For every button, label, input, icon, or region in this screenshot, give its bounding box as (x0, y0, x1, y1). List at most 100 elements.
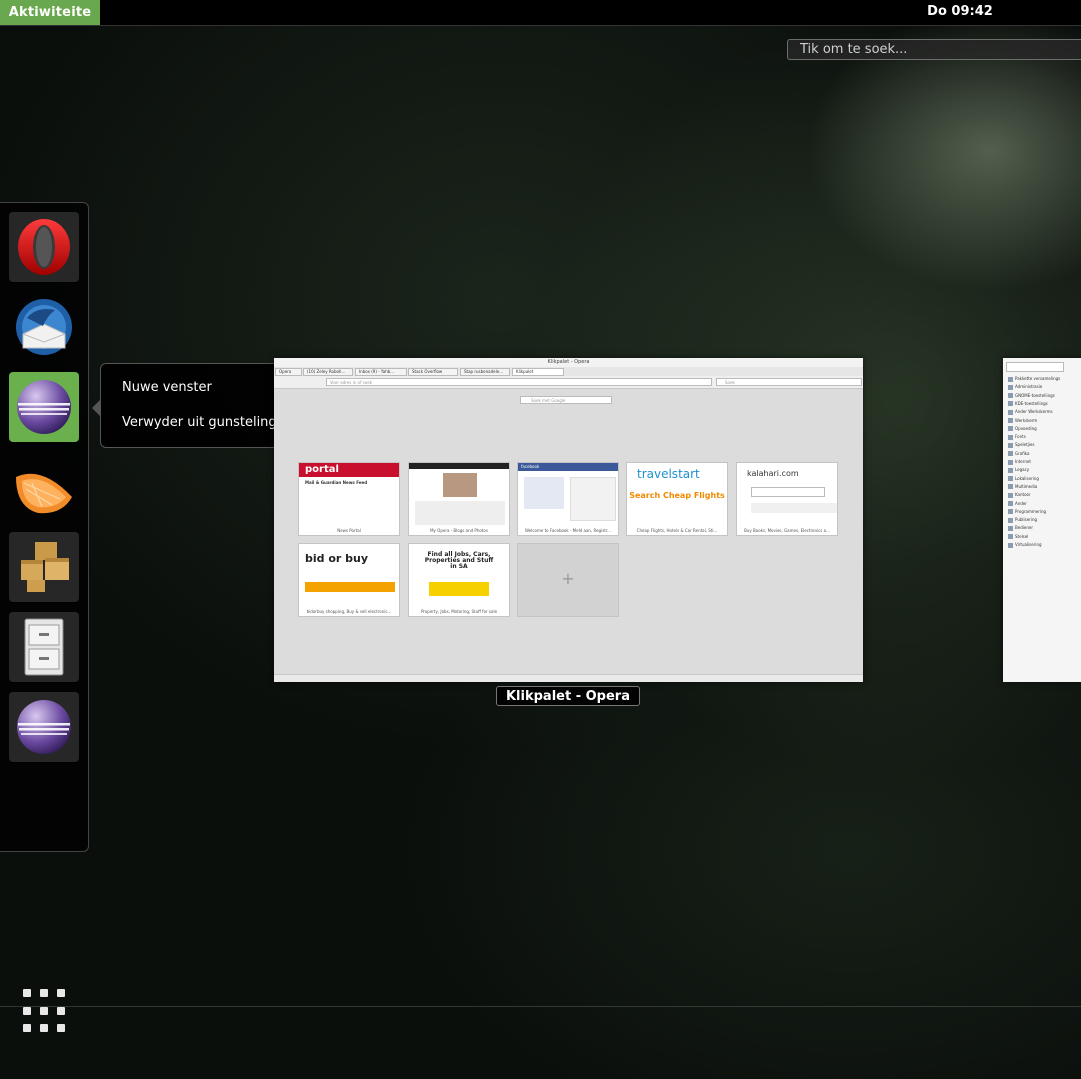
dash-item-clementine[interactable] (9, 452, 79, 522)
category-item[interactable]: Grafika (1008, 451, 1063, 458)
category-label: Legacy (1015, 467, 1030, 473)
category-item[interactable]: Administrasie (1008, 384, 1063, 391)
category-item[interactable]: Legacy (1008, 467, 1063, 474)
status-bar (274, 674, 863, 682)
speed-dial-tile[interactable]: kalahari.com Buy Books, Movies, Games, E… (736, 462, 838, 536)
tile-caption: Property, Jobs, Motoring, Stuff for sale (409, 607, 509, 616)
dash-item-eclipse[interactable] (9, 692, 79, 762)
category-item[interactable]: Bediener (1008, 525, 1063, 532)
tab-active[interactable]: Klikpalet (512, 368, 564, 376)
menu-item-new-window[interactable]: Nuwe venster (122, 380, 212, 395)
tile-headline: kalahari.com (747, 469, 799, 478)
tile-form (570, 477, 616, 521)
dash-item-opera[interactable] (9, 212, 79, 282)
category-item[interactable]: Lokalisering (1008, 476, 1063, 483)
tile-headline: facebook (518, 463, 618, 471)
tile-headline: portal (299, 463, 399, 477)
google-search-field[interactable]: Soek met Google (520, 396, 612, 404)
category-icon (1008, 451, 1013, 457)
tile-logo (429, 582, 489, 596)
tab[interactable]: Inbox (9) - Yahb... (355, 368, 407, 376)
category-label: Stelsel (1015, 533, 1029, 539)
category-item[interactable]: Publisering (1008, 517, 1063, 524)
address-input[interactable]: Voer adres in of soek (326, 378, 712, 386)
category-item[interactable]: Ander (1008, 501, 1063, 508)
dash-item-files[interactable] (9, 612, 79, 682)
search-input[interactable] (787, 39, 1081, 60)
category-item[interactable]: Stelsel (1008, 534, 1063, 541)
category-label: Speletjies (1015, 442, 1035, 448)
tile-nav (751, 503, 837, 513)
speed-dial-tile[interactable]: Find all Jobs, Cars, Properties and Stuf… (408, 543, 510, 617)
category-icon (1008, 501, 1013, 506)
tab-opera-menu[interactable]: Opera (275, 368, 302, 376)
category-item[interactable]: Fonts (1008, 434, 1063, 441)
category-icon (1008, 509, 1013, 515)
category-label: KDE-toestellings (1015, 400, 1048, 406)
speed-dial-tile[interactable]: My Opera - Blogs and Photos (408, 462, 510, 536)
category-icon (1008, 409, 1013, 415)
speed-dial-tile[interactable]: bid or buy bidorbuy shopping, Buy & sell… (298, 543, 400, 617)
file-cabinet-icon (24, 618, 64, 676)
tab[interactable]: (10) Zeley Roboh... (303, 368, 353, 376)
speed-dial-tile[interactable]: facebook Welcome to Facebook - Meld aan,… (517, 462, 619, 536)
category-label: Werkskerm (1015, 417, 1038, 423)
window-label[interactable]: Klikpalet - Opera (496, 686, 640, 706)
top-bar: Aktiwiteite Do 09:42 (0, 0, 1081, 26)
category-item[interactable]: Programmering (1008, 509, 1063, 516)
tile-map (524, 477, 564, 509)
category-label: Virtualisering (1015, 542, 1042, 547)
category-icon (1008, 476, 1013, 482)
dash-item-packages[interactable] (9, 532, 79, 602)
window-thumbnail-software[interactable]: Pakkette versamelings Administrasie GNOME-… (1003, 358, 1081, 682)
category-label: Ander Werkskerms (1015, 409, 1053, 415)
menu-item-remove-favorite[interactable]: Verwyder uit gunstelinge (122, 415, 285, 430)
tile-caption: Buy Books, Movies, Games, Electronics a.… (737, 526, 837, 535)
speed-dial-tile[interactable]: portal Mail & Guardian News Feed News Po… (298, 462, 400, 536)
category-label: Lokalisering (1015, 475, 1039, 481)
clock[interactable]: Do 09:42 (920, 0, 1000, 25)
dash-context-menu: Nuwe venster Verwyder uit gunstelinge (92, 363, 299, 448)
category-icon (1008, 384, 1013, 390)
tile-bar (305, 582, 395, 592)
category-item[interactable]: Opvoeding (1008, 426, 1063, 433)
category-item[interactable]: Internet (1008, 459, 1063, 466)
activities-button[interactable]: Aktiwiteite (0, 0, 100, 25)
show-applications-button[interactable] (23, 989, 67, 1033)
category-label: Multimedia (1015, 483, 1038, 489)
tile-caption: News Portal (299, 526, 399, 535)
tile-headline: Find all Jobs, Cars, Properties and Stuf… (424, 551, 494, 570)
category-item[interactable]: GNOME-toestellings (1008, 393, 1063, 400)
search-box[interactable]: Soek (716, 378, 862, 386)
category-item[interactable]: Multimedia (1008, 484, 1063, 491)
category-item[interactable]: Pakkette versamelings (1008, 376, 1063, 383)
category-icon (1008, 459, 1013, 465)
category-item[interactable]: Ander Werkskerms (1008, 409, 1063, 416)
category-item[interactable]: KDE-toestellings (1008, 401, 1063, 408)
tile-content (415, 501, 505, 525)
grid-icon (23, 1006, 31, 1015)
window-thumbnail-opera[interactable]: Klikpalet - Opera Opera (10) Zeley Roboh… (274, 358, 863, 682)
category-list: Pakkette versamelings Administrasie GNOME-… (1005, 362, 1063, 548)
grid-icon (57, 1024, 65, 1033)
tile-text: Search Cheap Flights (629, 491, 725, 500)
tab[interactable]: Stap rusbenadele... (460, 368, 510, 376)
category-icon (1008, 442, 1013, 448)
category-label: Bediener (1015, 525, 1033, 531)
tile-headline: travelstart (637, 467, 700, 481)
category-label: Kantoor (1015, 492, 1031, 498)
category-item[interactable]: Speletjies (1008, 442, 1063, 449)
category-label: Internet (1015, 459, 1031, 464)
tab[interactable]: Stack Overflow (408, 368, 458, 376)
grid-icon (23, 1024, 31, 1033)
dash-item-thunderbird[interactable] (9, 292, 79, 362)
tile-search (751, 487, 825, 497)
window-titlebar: Klikpalet - Opera (274, 358, 863, 367)
category-item[interactable]: Virtualisering (1008, 542, 1063, 549)
dash-item-eclipse-active[interactable] (9, 372, 79, 442)
category-item[interactable]: Werkskerm (1008, 418, 1063, 425)
speed-dial-add-button[interactable]: + (517, 543, 619, 617)
category-item[interactable]: Kantoor (1008, 492, 1063, 499)
speed-dial-tile[interactable]: travelstart Search Cheap Flights Cheap F… (626, 462, 728, 536)
address-bar: Voer adres in of soek Soek (274, 376, 863, 389)
